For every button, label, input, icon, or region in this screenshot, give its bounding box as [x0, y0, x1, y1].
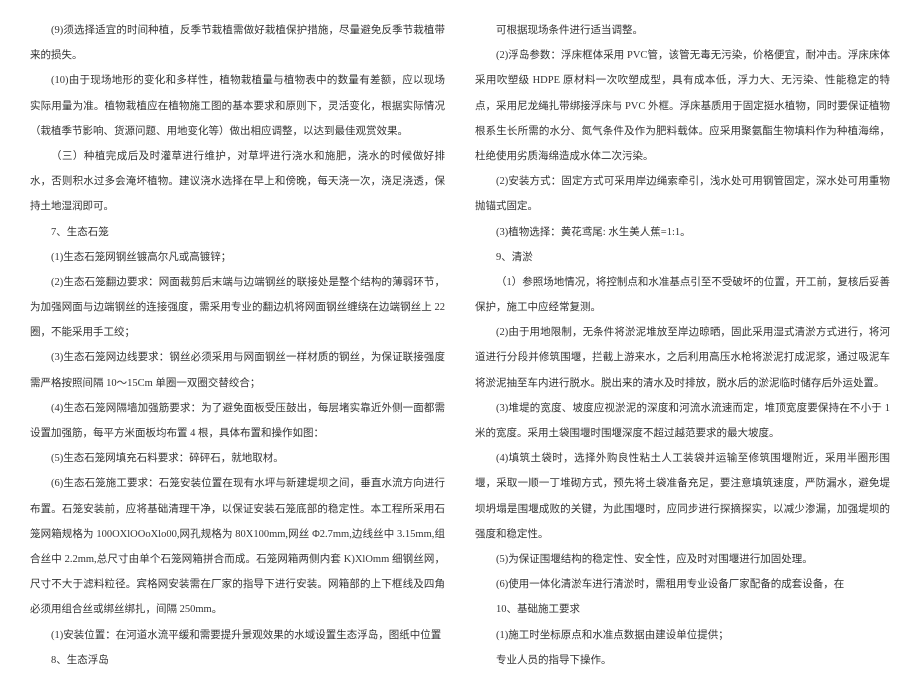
- right-item-9-6: (6)使用一体化清淤车进行清淤时，需租用专业设备厂家配备的成套设备，在: [475, 572, 890, 597]
- left-para-10: (10)由于现场地形的变化和多样性，植物栽植量与植物表中的数量有差额，应以现场实…: [30, 68, 445, 144]
- section-9-title: 9、清淤: [475, 245, 890, 270]
- left-item-5: (5)生态石笼网填充石料要求：碎砰石，就地取材。: [30, 446, 445, 471]
- left-para-9: (9)须选择适宜的时间种植，反季节栽植需做好栽植保护措施，尽量避免反季节栽植带来…: [30, 18, 445, 68]
- right-item-9-2: (2)由于用地限制，无条件将淤泥堆放至岸边晾晒，固此采用湿式清淤方式进行，将河道…: [475, 320, 890, 396]
- right-item-9-3: (3)堆堤的宽度、坡度应视淤泥的深度和河流水流速而定，堆顶宽度要保持在不小于 1…: [475, 396, 890, 446]
- section-7-title: 7、生态石笼: [30, 220, 445, 245]
- left-item-2: (2)生态石笼翻边要求：网面裁剪后末端与边端钢丝的联接处是整个结构的薄弱环节，为…: [30, 270, 445, 346]
- left-item-4: (4)生态石笼网隔墙加强筋要求：为了避免面板受压鼓出，每层堵实靠近外侧一面都需设…: [30, 396, 445, 446]
- right-item-9-5: (5)为保证围堰结构的稳定性、安全性，应及时对围堰进行加固处理。: [475, 547, 890, 572]
- section-8-title: 8、生态浮岛: [30, 648, 445, 673]
- right-item-10-1: (1)施工时坐标原点和水准点数据由建设单位提供；: [475, 623, 890, 648]
- right-item-2-params: (2)浮岛参数：浮床框体采用 PVC管，该管无毒无污染，价格便宜，耐冲击。浮床床…: [475, 43, 890, 169]
- left-item-3: (3)生态石笼网边线要求：钢丝必须采用与网面钢丝一样材质的钢丝，为保证联接强度需…: [30, 345, 445, 395]
- left-item-6: (6)生态石笼施工要求：石笼安装位置在现有水坪与新建堤坝之间，垂直水流方向进行布…: [30, 471, 445, 622]
- section-10-title: 10、基础施工要求: [475, 597, 890, 622]
- right-para-adjust: 可根据现场条件进行适当调整。: [475, 18, 890, 43]
- right-item-2-install: (2)安装方式：固定方式可采用岸边绳索牵引，浅水处可用钢管固定，深水处可用重物抛…: [475, 169, 890, 219]
- right-pro-guide: 专业人员的指导下操作。: [475, 648, 890, 673]
- right-item-9-1: （1）参照场地情况，将控制点和水准基点引至不受破坏的位置，开工前，复核后妥善保护…: [475, 270, 890, 320]
- right-item-3-plants: (3)植物选择：黄花鸢尾: 水生美人蕉=1:1。: [475, 220, 890, 245]
- left-para-section3: （三）种植完成后及时灌草进行维护，对草坪进行浇水和施肥，浇水的时候做好排水，否则…: [30, 144, 445, 220]
- left-item-1: (1)生态石笼网钢丝镀高尔凡或高镀锌；: [30, 245, 445, 270]
- left-install-pos: (1)安装位置：在河道水流平缓和需要提升景观效果的水域设置生态浮岛，图纸中位置: [30, 623, 445, 648]
- right-item-9-4: (4)填筑土袋时，选择外购良性粘土人工装袋并运输至修筑围堰附近，采用半圈形围堰，…: [475, 446, 890, 547]
